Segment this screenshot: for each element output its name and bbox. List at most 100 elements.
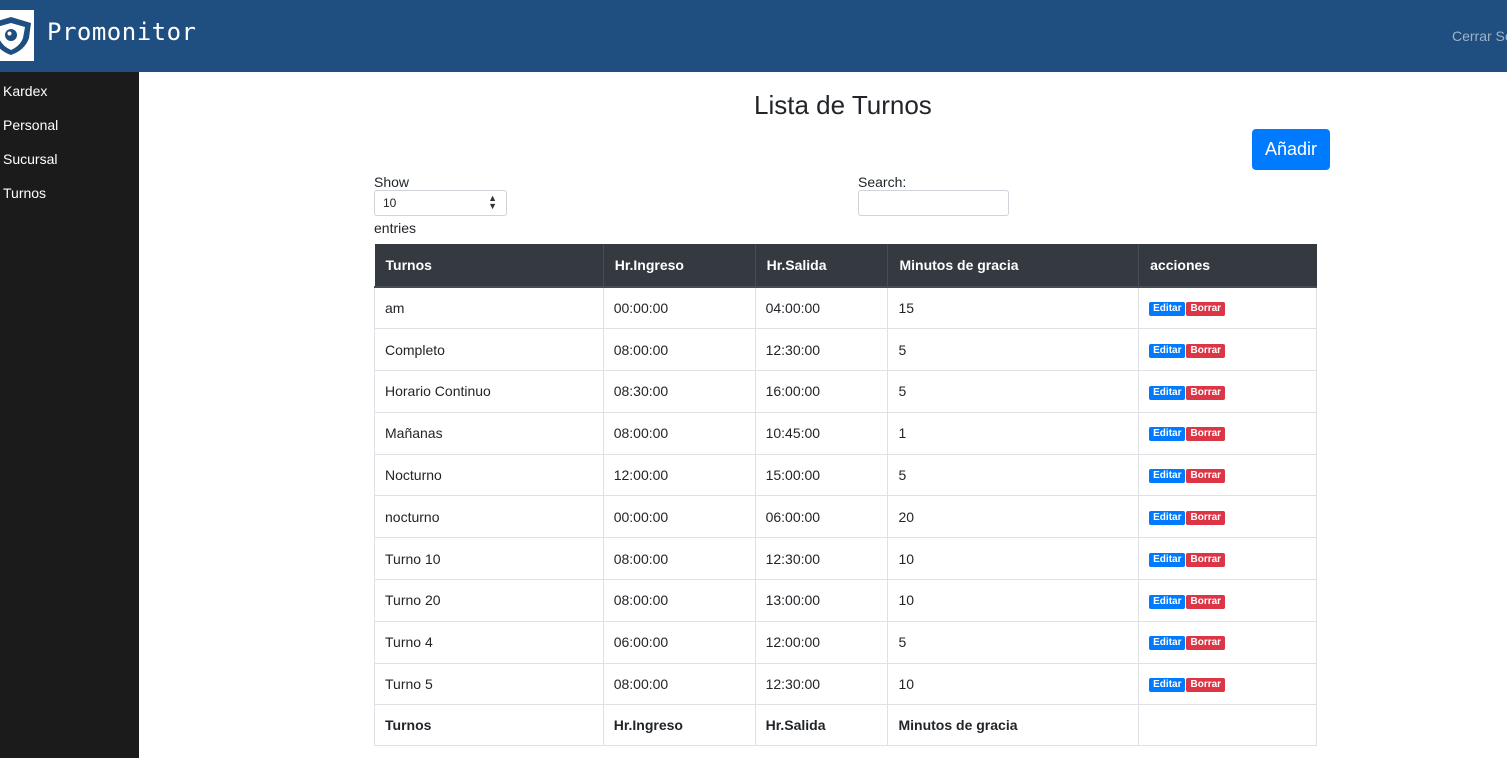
header-hr-ingreso[interactable]: Hr.Ingreso bbox=[603, 244, 756, 288]
header-hr-salida[interactable]: Hr.Salida bbox=[755, 244, 889, 288]
cell-minutos-gracia: 10 bbox=[887, 537, 1140, 581]
cell-turno: am bbox=[374, 286, 604, 330]
footer-minutos-gracia: Minutos de gracia bbox=[887, 704, 1140, 747]
cell-minutos-gracia: 10 bbox=[887, 579, 1140, 622]
cell-hr-ingreso: 08:00:00 bbox=[602, 411, 756, 455]
cell-turno: Mañanas bbox=[374, 411, 604, 455]
edit-button[interactable]: Editar bbox=[1149, 552, 1186, 567]
sidebar-item-kardex[interactable]: Kardex bbox=[3, 83, 47, 99]
cell-minutos-gracia: 15 bbox=[887, 286, 1140, 330]
cell-acciones: Editar Borrar bbox=[1138, 495, 1317, 539]
brand-name: Promonitor bbox=[47, 18, 197, 46]
delete-button[interactable]: Borrar bbox=[1186, 343, 1226, 358]
logout-link[interactable]: Cerrar Sesión bbox=[1452, 28, 1507, 44]
search-label: Search: bbox=[858, 174, 907, 190]
footer-hr-salida: Hr.Salida bbox=[754, 704, 889, 747]
cell-hr-salida: 12:30:00 bbox=[754, 328, 889, 372]
edit-button[interactable]: Editar bbox=[1149, 594, 1186, 609]
cell-hr-ingreso: 12:00:00 bbox=[602, 453, 756, 497]
cell-hr-ingreso: 06:00:00 bbox=[602, 620, 756, 664]
shifts-table: Turnos Hr.Ingreso Hr.Salida Minutos de g… bbox=[374, 244, 1317, 747]
header-minutos-gracia[interactable]: Minutos de gracia bbox=[887, 244, 1140, 288]
cell-hr-salida: 15:00:00 bbox=[754, 453, 889, 497]
cell-acciones: Editar Borrar bbox=[1138, 453, 1317, 497]
page-title: Lista de Turnos bbox=[754, 90, 932, 120]
table-row: am 00:00:00 04:00:00 15 Editar Borrar bbox=[374, 286, 1317, 330]
cell-hr-salida: 10:45:00 bbox=[754, 411, 889, 455]
search-input[interactable] bbox=[858, 190, 1009, 216]
cell-hr-ingreso: 08:00:00 bbox=[602, 328, 756, 372]
cell-acciones: Editar Borrar bbox=[1138, 537, 1317, 581]
header-acciones[interactable]: acciones bbox=[1138, 244, 1317, 288]
cell-hr-salida: 12:30:00 bbox=[754, 537, 889, 581]
table-row: Turno 20 08:00:00 13:00:00 10 Editar Borrar bbox=[374, 579, 1317, 622]
delete-button[interactable]: Borrar bbox=[1186, 552, 1226, 567]
cell-acciones: Editar Borrar bbox=[1138, 370, 1317, 413]
edit-button[interactable]: Editar bbox=[1149, 302, 1186, 317]
shield-eye-icon bbox=[0, 17, 31, 55]
cell-hr-ingreso: 08:00:00 bbox=[602, 662, 756, 706]
delete-button[interactable]: Borrar bbox=[1186, 385, 1226, 400]
cell-minutos-gracia: 5 bbox=[887, 370, 1140, 413]
cell-acciones: Editar Borrar bbox=[1138, 411, 1317, 455]
table-row: Turno 4 06:00:00 12:00:00 5 Editar Borrar bbox=[374, 620, 1317, 664]
cell-turno: nocturno bbox=[374, 495, 604, 539]
edit-button[interactable]: Editar bbox=[1149, 511, 1186, 526]
footer-hr-ingreso: Hr.Ingreso bbox=[602, 704, 756, 747]
delete-button[interactable]: Borrar bbox=[1186, 302, 1226, 317]
cell-hr-salida: 13:00:00 bbox=[754, 579, 889, 622]
cell-acciones: Editar Borrar bbox=[1138, 620, 1317, 664]
delete-button[interactable]: Borrar bbox=[1186, 594, 1226, 609]
cell-hr-salida: 06:00:00 bbox=[754, 495, 889, 539]
footer-turnos: Turnos bbox=[374, 704, 604, 747]
table-footer-row: Turnos Hr.Ingreso Hr.Salida Minutos de g… bbox=[374, 704, 1317, 747]
cell-hr-ingreso: 08:00:00 bbox=[602, 537, 756, 581]
cell-turno: Completo bbox=[374, 328, 604, 372]
add-button[interactable]: Añadir bbox=[1252, 129, 1330, 170]
edit-button[interactable]: Editar bbox=[1149, 678, 1186, 693]
cell-turno: Turno 10 bbox=[374, 537, 604, 581]
cell-hr-ingreso: 08:00:00 bbox=[602, 579, 756, 622]
sort-arrows-icon: ▲ ▼ bbox=[488, 193, 497, 211]
delete-button[interactable]: Borrar bbox=[1186, 469, 1226, 484]
edit-button[interactable]: Editar bbox=[1149, 385, 1186, 400]
cell-minutos-gracia: 10 bbox=[887, 662, 1140, 706]
cell-hr-salida: 12:30:00 bbox=[754, 662, 889, 706]
sidebar-item-personal[interactable]: Personal bbox=[3, 117, 58, 133]
entries-select-value: 10 bbox=[383, 196, 397, 210]
cell-turno: Turno 5 bbox=[374, 662, 604, 706]
sidebar-item-sucursal[interactable]: Sucursal bbox=[3, 151, 57, 167]
cell-turno: Nocturno bbox=[374, 453, 604, 497]
cell-acciones: Editar Borrar bbox=[1138, 286, 1317, 330]
cell-acciones: Editar Borrar bbox=[1138, 579, 1317, 622]
cell-hr-ingreso: 08:30:00 bbox=[602, 370, 756, 413]
delete-button[interactable]: Borrar bbox=[1186, 511, 1226, 526]
top-navbar: Promonitor Cerrar Sesión bbox=[0, 0, 1507, 72]
sidebar-item-turnos[interactable]: Turnos bbox=[3, 185, 46, 201]
footer-acciones bbox=[1138, 704, 1317, 747]
cell-hr-ingreso: 00:00:00 bbox=[602, 286, 756, 330]
cell-hr-salida: 16:00:00 bbox=[754, 370, 889, 413]
table-row: Turno 5 08:00:00 12:30:00 10 Editar Borrar bbox=[374, 662, 1317, 706]
table-row: Mañanas 08:00:00 10:45:00 1 Editar Borrar bbox=[374, 411, 1317, 455]
cell-hr-salida: 04:00:00 bbox=[754, 286, 889, 330]
delete-button[interactable]: Borrar bbox=[1186, 636, 1226, 651]
cell-turno: Horario Continuo bbox=[374, 370, 604, 413]
header-turnos[interactable]: Turnos bbox=[374, 244, 604, 288]
logo bbox=[0, 10, 34, 61]
table-row: Nocturno 12:00:00 15:00:00 5 Editar Borrar bbox=[374, 453, 1317, 497]
table-row: nocturno 00:00:00 06:00:00 20 Editar Borrar bbox=[374, 495, 1317, 539]
cell-minutos-gracia: 5 bbox=[887, 453, 1140, 497]
edit-button[interactable]: Editar bbox=[1149, 636, 1186, 651]
edit-button[interactable]: Editar bbox=[1149, 427, 1186, 442]
entries-select[interactable]: 10 ▲ ▼ bbox=[374, 190, 507, 216]
delete-button[interactable]: Borrar bbox=[1186, 678, 1226, 693]
delete-button[interactable]: Borrar bbox=[1186, 427, 1226, 442]
sidebar: Kardex Personal Sucursal Turnos bbox=[0, 72, 139, 758]
edit-button[interactable]: Editar bbox=[1149, 343, 1186, 358]
cell-minutos-gracia: 20 bbox=[887, 495, 1140, 539]
edit-button[interactable]: Editar bbox=[1149, 469, 1186, 484]
table-row: Horario Continuo 08:30:00 16:00:00 5 Editar B… bbox=[374, 370, 1317, 413]
cell-acciones: Editar Borrar bbox=[1138, 328, 1317, 372]
cell-acciones: Editar Borrar bbox=[1138, 662, 1317, 706]
